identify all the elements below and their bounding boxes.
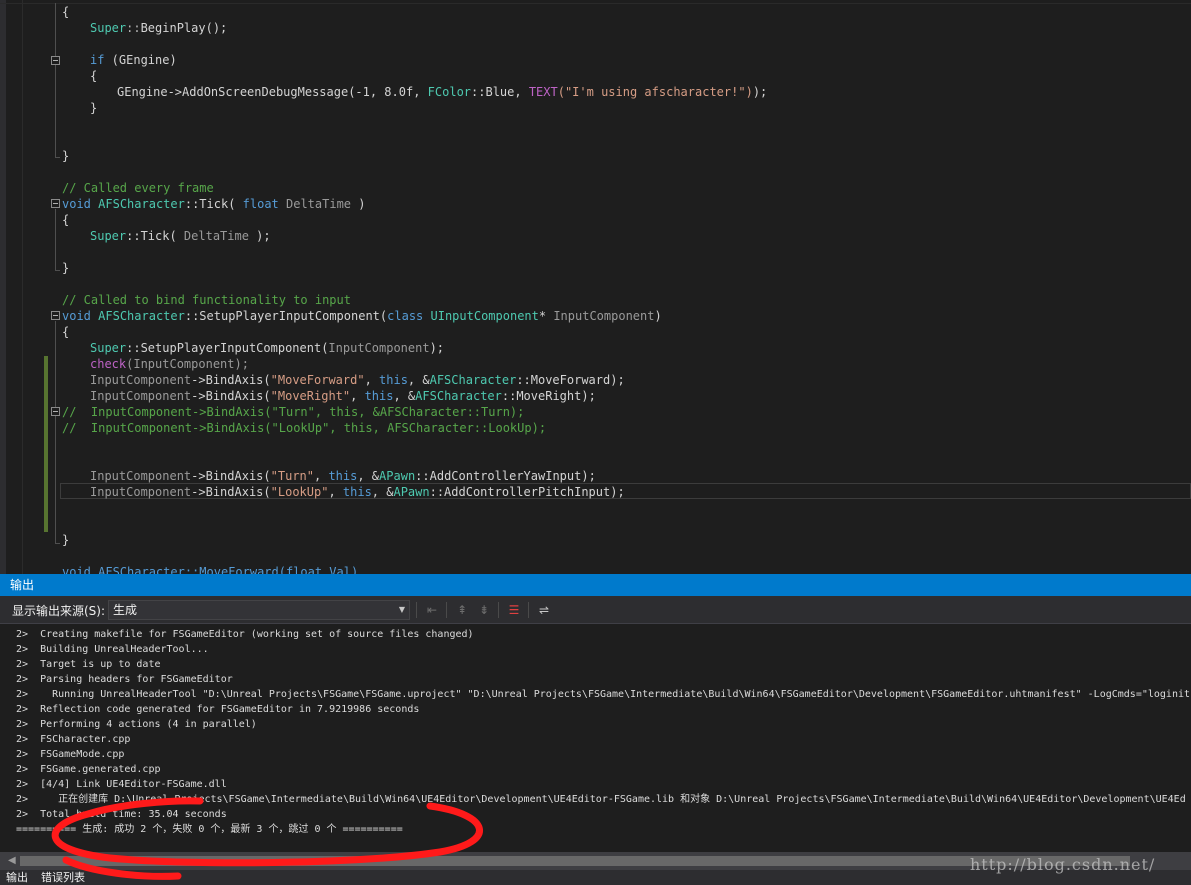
code-line: void AFSCharacter::MoveForward(float Val… xyxy=(62,565,359,574)
code-line: } xyxy=(62,149,70,163)
output-line: 2> Total build time: 35.04 seconds xyxy=(16,809,227,820)
output-line: 2> Building UnrealHeaderTool... xyxy=(16,644,209,655)
output-source-label: 显示输出来源(S): xyxy=(12,604,106,618)
output-source-dropdown[interactable]: 生成 ▼ xyxy=(108,600,410,620)
code-line: { xyxy=(62,325,70,339)
code-line: } xyxy=(90,101,98,115)
code-comment: // Called every frame xyxy=(62,181,214,195)
code-line: if (GEngine) xyxy=(90,53,177,67)
output-line: 2> FSGameMode.cpp xyxy=(16,749,125,760)
code-line: void AFSCharacter::SetupPlayerInputCompo… xyxy=(62,309,662,323)
fold-toggle-icon[interactable] xyxy=(51,311,60,320)
code-line: { xyxy=(62,5,70,19)
code-line: GEngine->AddOnScreenDebugMessage(-1, 8.0… xyxy=(117,85,768,99)
code-line: Super::Tick( DeltaTime ); xyxy=(90,229,271,243)
output-line: 2> [4/4] Link UE4Editor-FSGame.dll xyxy=(16,779,227,790)
code-line: Super::BeginPlay(); xyxy=(90,21,228,35)
next-message-icon[interactable]: ⇟ xyxy=(474,600,494,620)
fold-toggle-icon[interactable] xyxy=(51,199,60,208)
code-line: InputComponent->BindAxis("MoveForward", … xyxy=(90,373,625,387)
clear-all-icon[interactable]: ☰ xyxy=(504,600,524,620)
code-line: void AFSCharacter::Tick( float DeltaTime… xyxy=(62,197,366,211)
code-line: { xyxy=(90,69,98,83)
code-line: { xyxy=(62,213,70,227)
find-message-icon[interactable]: ⇤ xyxy=(422,600,442,620)
fold-guide xyxy=(55,321,56,544)
output-line: 2> Parsing headers for FSGameEditor xyxy=(16,674,233,685)
output-toolbar: 显示输出来源(S): 生成 ▼ ⇤ ⇞ ⇟ ☰ ⇌ xyxy=(0,596,1191,624)
tab-output[interactable]: 输出 xyxy=(6,870,28,885)
output-line: 2> FSCharacter.cpp xyxy=(16,734,131,745)
tab-error-list[interactable]: 错误列表 xyxy=(41,870,85,885)
output-source-value: 生成 xyxy=(113,603,138,617)
watermark-text: http://blog.csdn.net/ xyxy=(970,855,1156,874)
word-wrap-icon[interactable]: ⇌ xyxy=(534,600,554,620)
build-summary-line: ========== 生成: 成功 2 个，失败 0 个，最新 3 个，跳过 0… xyxy=(16,824,403,835)
output-text-area[interactable]: 2> Creating makefile for FSGameEditor (w… xyxy=(0,624,1191,852)
editor-top-divider xyxy=(0,3,1191,4)
code-line: InputComponent->BindAxis("MoveRight", th… xyxy=(90,389,596,403)
output-line: 2> 正在创建库 D:\Unreal Projects\FSGame\Inter… xyxy=(16,794,1186,805)
fold-guide xyxy=(55,209,56,271)
code-comment: // InputComponent->BindAxis("LookUp", th… xyxy=(62,421,547,435)
toolbar-separator xyxy=(498,602,499,618)
code-line: InputComponent->BindAxis("Turn", this, &… xyxy=(90,469,596,483)
toolbar-separator xyxy=(528,602,529,618)
scroll-left-arrow-icon[interactable]: ◀ xyxy=(8,855,16,866)
code-line: } xyxy=(62,533,70,547)
visual-studio-window: { Super::BeginPlay(); if (GEngine) { GEn… xyxy=(0,0,1191,885)
code-line: } xyxy=(62,261,70,275)
fold-end xyxy=(55,157,60,158)
code-editor[interactable]: { Super::BeginPlay(); if (GEngine) { GEn… xyxy=(0,0,1191,574)
output-line: 2> Target is up to date xyxy=(16,659,161,670)
fold-end xyxy=(55,270,60,271)
fold-end xyxy=(55,543,60,544)
code-comment: // InputComponent->BindAxis("Turn", this… xyxy=(62,405,525,419)
output-line: 2> Performing 4 actions (4 in parallel) xyxy=(16,719,257,730)
code-line: InputComponent->BindAxis("LookUp", this,… xyxy=(90,485,625,499)
change-indicator-bar xyxy=(44,356,48,532)
output-line: 2> FSGame.generated.cpp xyxy=(16,764,161,775)
toolbar-separator xyxy=(416,602,417,618)
code-comment: // Called to bind functionality to input xyxy=(62,293,351,307)
toolbar-separator xyxy=(446,602,447,618)
code-line: check(InputComponent); xyxy=(90,357,249,371)
code-line: Super::SetupPlayerInputComponent(InputCo… xyxy=(90,341,445,355)
output-line: 2> Creating makefile for FSGameEditor (w… xyxy=(16,629,474,640)
fold-toggle-icon[interactable] xyxy=(51,56,60,65)
output-line: 2> Reflection code generated for FSGameE… xyxy=(16,704,420,715)
fold-toggle-icon[interactable] xyxy=(51,407,60,416)
fold-guide xyxy=(55,3,56,158)
previous-message-icon[interactable]: ⇞ xyxy=(452,600,472,620)
output-panel-title[interactable]: 输出 xyxy=(0,574,1191,596)
editor-gutter-divider xyxy=(22,0,23,574)
output-line: 2> Running UnrealHeaderTool "D:\Unreal P… xyxy=(16,689,1190,700)
editor-margin xyxy=(0,0,6,574)
scrollbar-thumb[interactable] xyxy=(20,856,1130,866)
chevron-down-icon: ▼ xyxy=(398,605,405,614)
